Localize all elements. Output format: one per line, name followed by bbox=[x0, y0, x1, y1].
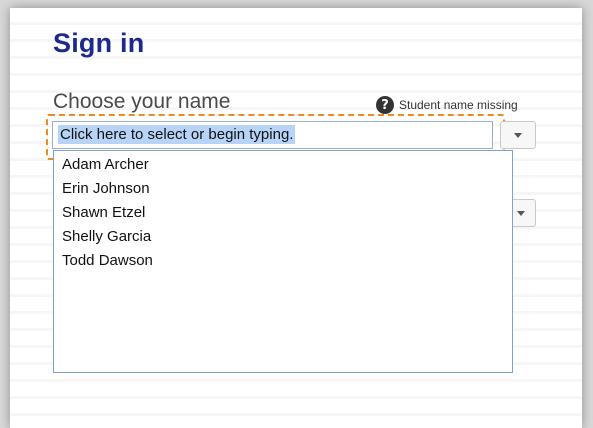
caret-down-icon bbox=[516, 210, 525, 216]
name-options-list[interactable]: Adam Archer Erin Johnson Shawn Etzel She… bbox=[53, 150, 513, 373]
name-option[interactable]: Adam Archer bbox=[54, 153, 512, 177]
choose-name-label: Choose your name bbox=[53, 90, 231, 113]
page-title: Sign in bbox=[53, 28, 145, 58]
name-select-value[interactable]: Click here to select or begin typing. bbox=[58, 125, 296, 144]
sign-in-panel: Sign in Choose your name ? Student name … bbox=[10, 8, 582, 428]
name-option[interactable]: Erin Johnson bbox=[54, 177, 512, 201]
name-option[interactable]: Shelly Garcia bbox=[54, 225, 512, 249]
name-select-input[interactable]: Click here to select or begin typing. bbox=[52, 121, 493, 149]
name-option[interactable]: Todd Dawson bbox=[54, 249, 512, 273]
name-dropdown-button[interactable] bbox=[500, 121, 536, 149]
question-circle-icon[interactable]: ? bbox=[376, 96, 394, 114]
caret-down-icon bbox=[514, 132, 522, 138]
student-name-missing-link[interactable]: ? Student name missing bbox=[376, 96, 518, 114]
student-name-missing-text[interactable]: Student name missing bbox=[399, 98, 518, 112]
name-option[interactable]: Shawn Etzel bbox=[54, 201, 512, 225]
